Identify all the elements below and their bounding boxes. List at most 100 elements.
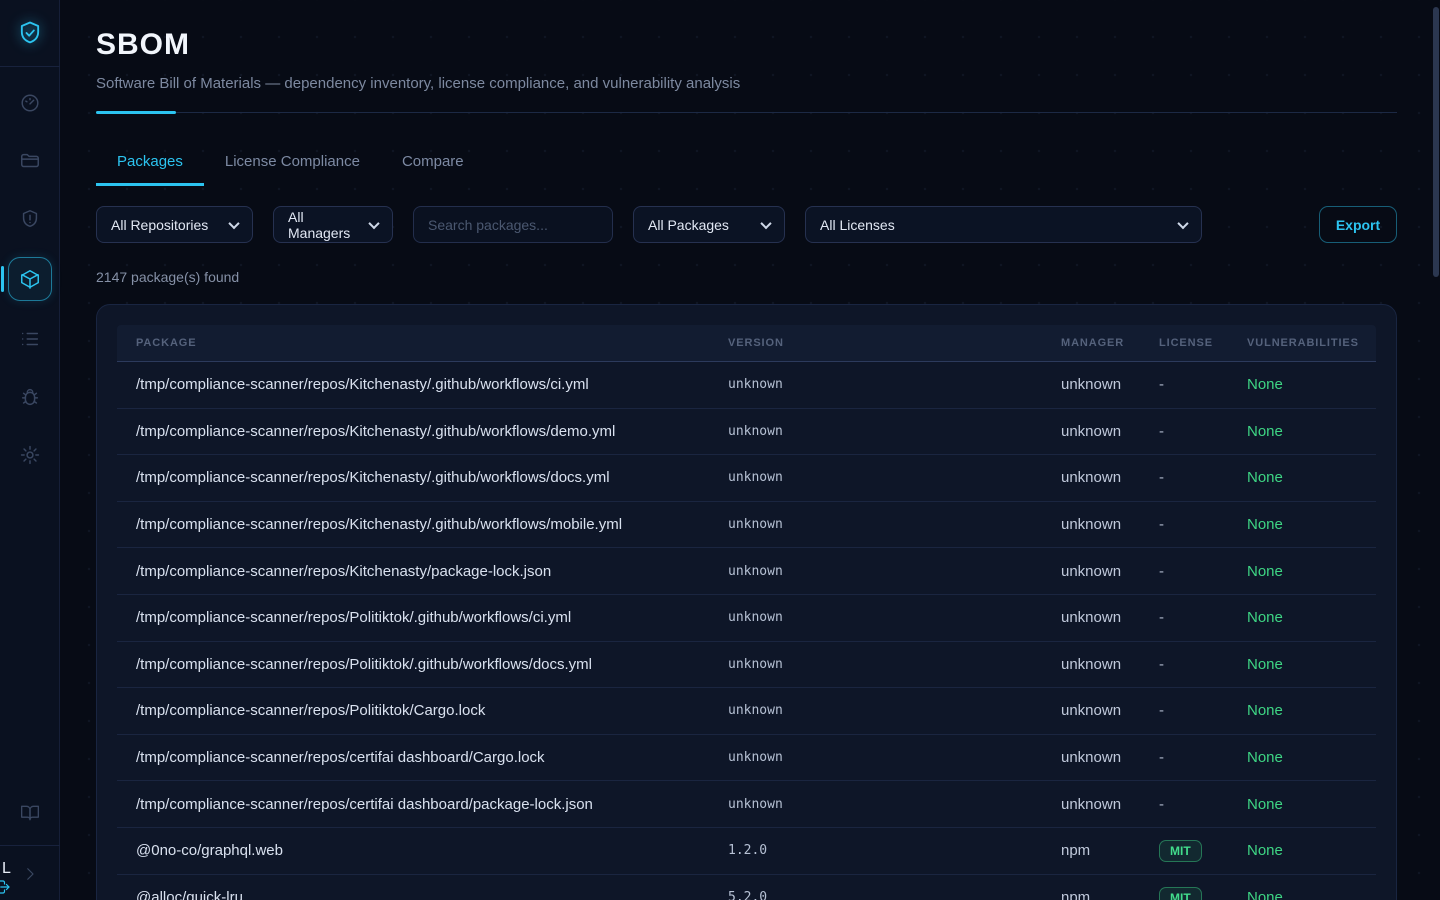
chevron-down-icon — [1177, 217, 1188, 228]
license-cell: - — [1159, 469, 1247, 486]
vertical-scrollbar[interactable] — [1433, 7, 1439, 277]
license-badge: MIT — [1159, 887, 1202, 900]
packages-table: PackageVersionManagerLicenseVulnerabilit… — [96, 304, 1397, 900]
managers-select-value: All Managers — [288, 209, 356, 241]
folder-icon — [19, 150, 41, 172]
managers-select[interactable]: All Managers — [273, 206, 393, 243]
list-icon — [19, 328, 41, 350]
vulnerabilities-cell: None — [1247, 563, 1376, 580]
package-cell: /tmp/compliance-scanner/repos/Kitchenast… — [136, 516, 728, 533]
sidebar-item-dashboard[interactable] — [8, 83, 52, 123]
license-cell: - — [1159, 656, 1247, 673]
packages-select[interactable]: All Packages — [633, 206, 785, 243]
license-cell: - — [1159, 376, 1247, 393]
table-row[interactable]: /tmp/compliance-scanner/repos/Kitchenast… — [117, 548, 1376, 595]
version-cell: unknown — [728, 750, 1061, 765]
sidebar-item-repositories[interactable] — [8, 141, 52, 181]
sidebar: L — [0, 0, 60, 900]
table-row[interactable]: /tmp/compliance-scanner/repos/Politiktok… — [117, 688, 1376, 735]
version-cell: unknown — [728, 424, 1061, 439]
table-row[interactable]: /tmp/compliance-scanner/repos/Kitchenast… — [117, 362, 1376, 409]
gauge-icon — [19, 92, 41, 114]
vulnerabilities-cell: None — [1247, 516, 1376, 533]
vulnerabilities-cell: None — [1247, 609, 1376, 626]
sidebar-item-docs[interactable] — [8, 793, 52, 833]
vulnerabilities-cell: None — [1247, 702, 1376, 719]
filter-bar: All Repositories All Managers All Packag… — [96, 206, 1397, 243]
title-divider — [96, 110, 1397, 113]
sidebar-nav — [0, 83, 59, 475]
license-cell: - — [1159, 423, 1247, 440]
tab-packages[interactable]: Packages — [96, 143, 204, 186]
column-header-vulnerabilities: Vulnerabilities — [1247, 337, 1376, 349]
page-title: SBOM — [96, 28, 1397, 62]
package-cell: /tmp/compliance-scanner/repos/Kitchenast… — [136, 469, 728, 486]
sidebar-item-reports[interactable] — [8, 319, 52, 359]
table-row[interactable]: /tmp/compliance-scanner/repos/Kitchenast… — [117, 502, 1376, 549]
tab-license-compliance[interactable]: License Compliance — [204, 143, 381, 186]
export-button[interactable]: Export — [1319, 206, 1397, 243]
manager-cell: unknown — [1061, 563, 1159, 580]
main-content: SBOM Software Bill of Materials — depend… — [60, 0, 1440, 900]
table-row[interactable]: /tmp/compliance-scanner/repos/Kitchenast… — [117, 455, 1376, 502]
table-header: PackageVersionManagerLicenseVulnerabilit… — [117, 325, 1376, 362]
repositories-select[interactable]: All Repositories — [96, 206, 253, 243]
app-logo[interactable] — [0, 0, 60, 67]
vulnerabilities-cell: None — [1247, 842, 1376, 859]
version-cell: unknown — [728, 377, 1061, 392]
licenses-select[interactable]: All Licenses — [805, 206, 1202, 243]
package-cell: /tmp/compliance-scanner/repos/Politiktok… — [136, 702, 728, 719]
manager-cell: unknown — [1061, 702, 1159, 719]
version-cell: unknown — [728, 517, 1061, 532]
version-cell: unknown — [728, 610, 1061, 625]
vulnerabilities-cell: None — [1247, 796, 1376, 813]
packages-select-value: All Packages — [648, 217, 729, 233]
package-cell: /tmp/compliance-scanner/repos/certifai d… — [136, 749, 728, 766]
package-cell: /tmp/compliance-scanner/repos/certifai d… — [136, 796, 728, 813]
version-cell: 1.2.0 — [728, 843, 1061, 858]
table-row[interactable]: @alloc/quick-lru5.2.0npmMITNone — [117, 875, 1376, 900]
sidebar-item-settings[interactable] — [8, 435, 52, 475]
chevron-down-icon — [368, 217, 379, 228]
sidebar-item-packages[interactable] — [8, 257, 52, 301]
sidebar-item-collapse[interactable] — [8, 854, 52, 894]
chevron-right-icon — [21, 865, 39, 883]
package-cell: @0no-co/graphql.web — [136, 842, 728, 859]
package-cell: /tmp/compliance-scanner/repos/Politiktok… — [136, 656, 728, 673]
sidebar-item-security[interactable] — [8, 199, 52, 239]
table-row[interactable]: /tmp/compliance-scanner/repos/Politiktok… — [117, 642, 1376, 689]
page-subtitle: Software Bill of Materials — dependency … — [96, 75, 1397, 92]
package-cell: /tmp/compliance-scanner/repos/Kitchenast… — [136, 376, 728, 393]
version-cell: 5.2.0 — [728, 890, 1061, 900]
sidebar-item-issues[interactable] — [8, 377, 52, 417]
column-header-license: License — [1159, 337, 1247, 349]
overlay-label: L — [2, 860, 12, 878]
logout-icon[interactable] — [0, 878, 12, 896]
license-cell: MIT — [1159, 887, 1247, 900]
manager-cell: unknown — [1061, 376, 1159, 393]
manager-cell: unknown — [1061, 656, 1159, 673]
table-row[interactable]: /tmp/compliance-scanner/repos/Kitchenast… — [117, 409, 1376, 456]
vulnerabilities-cell: None — [1247, 469, 1376, 486]
version-cell: unknown — [728, 797, 1061, 812]
vulnerabilities-cell: None — [1247, 889, 1376, 900]
chevron-down-icon — [760, 217, 771, 228]
shield-check-icon — [16, 19, 44, 47]
table-row[interactable]: /tmp/compliance-scanner/repos/Politiktok… — [117, 595, 1376, 642]
gear-icon — [19, 444, 41, 466]
license-cell: - — [1159, 516, 1247, 533]
package-cell: /tmp/compliance-scanner/repos/Politiktok… — [136, 609, 728, 626]
table-row[interactable]: @0no-co/graphql.web1.2.0npmMITNone — [117, 828, 1376, 875]
table-row[interactable]: /tmp/compliance-scanner/repos/certifai d… — [117, 735, 1376, 782]
version-cell: unknown — [728, 470, 1061, 485]
package-icon — [19, 268, 41, 290]
vulnerabilities-cell: None — [1247, 749, 1376, 766]
table-row[interactable]: /tmp/compliance-scanner/repos/certifai d… — [117, 781, 1376, 828]
license-cell: - — [1159, 749, 1247, 766]
results-count: 2147 package(s) found — [96, 269, 1397, 285]
tab-compare[interactable]: Compare — [381, 143, 485, 186]
license-badge: MIT — [1159, 840, 1202, 862]
chevron-down-icon — [228, 217, 239, 228]
search-input[interactable] — [413, 206, 613, 243]
licenses-select-value: All Licenses — [820, 217, 895, 233]
